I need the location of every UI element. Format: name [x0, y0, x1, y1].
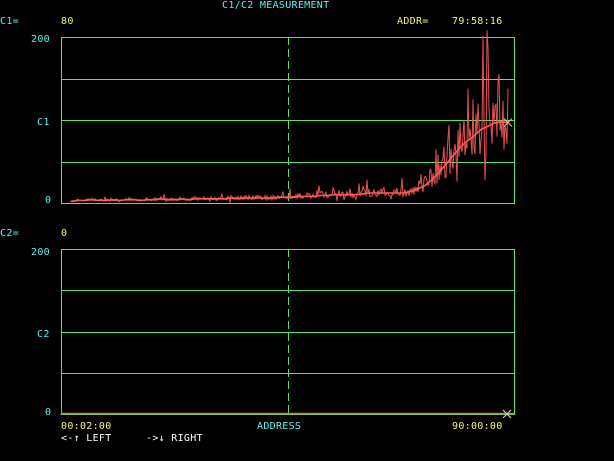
c1-data-point [216, 198, 218, 200]
c1-data-point [91, 199, 93, 201]
c1-data-point [410, 190, 412, 192]
c1-noise-trace [70, 30, 509, 204]
c1-data-point [229, 197, 232, 199]
c1-data-point [257, 197, 259, 199]
c1-data-point [250, 197, 252, 199]
c2-data-point [60, 413, 62, 415]
c1-data-point [445, 164, 447, 166]
c1-data-point [389, 192, 391, 194]
c1-plot-panel [61, 30, 515, 204]
c1-data-point [451, 155, 454, 158]
c1-data-point [209, 198, 211, 200]
c1-data-point [417, 188, 419, 190]
c1-data-point [382, 192, 384, 194]
c1-data-point [181, 198, 183, 200]
c1-data-point [278, 196, 280, 198]
c1-data-point [424, 185, 426, 187]
c1-data-point [139, 199, 141, 202]
c1-data-point [479, 129, 481, 131]
c1-data-point [334, 194, 336, 196]
c1-data-point [486, 126, 488, 128]
c1-data-point [160, 198, 162, 200]
c1-data-point [431, 179, 433, 181]
c1-data-point [98, 199, 100, 202]
c1-data-point [195, 198, 197, 200]
c1-data-point [465, 141, 467, 143]
c1-data-point [167, 199, 169, 201]
c1-data-point [472, 136, 474, 138]
c1-data-point [313, 195, 315, 197]
c1-data-point [327, 194, 329, 197]
c2-data-point [513, 413, 515, 415]
c1-data-point [306, 195, 308, 197]
c1-data-point [368, 192, 370, 194]
c1-data-point [299, 195, 301, 197]
c1-data-point [493, 122, 495, 124]
c1-data-point [125, 199, 128, 201]
c1-data-point [243, 197, 245, 199]
c1-data-point [202, 198, 204, 200]
c1-data-point [340, 194, 343, 196]
c1-data-point [70, 200, 72, 202]
c1-data-point [285, 196, 287, 198]
c1-data-point [354, 194, 356, 196]
c1-data-point [438, 172, 440, 174]
c1-data-point [320, 194, 322, 197]
c1-data-point [375, 192, 377, 194]
c2-plot-panel [60, 249, 515, 419]
c1-data-point [223, 198, 225, 200]
c1-data-point [105, 199, 107, 202]
c1-data-point [292, 196, 294, 198]
c1-data-point [271, 197, 273, 199]
c1-data-point [119, 199, 121, 202]
c1-data-point [236, 198, 239, 200]
c1-data-point [361, 193, 363, 195]
c1-data-point [174, 199, 176, 201]
c1-data-point [84, 199, 86, 202]
c1-data-point [132, 199, 134, 201]
c1-data-point [347, 194, 350, 196]
c1-data-point [153, 199, 155, 201]
c1-data-point [403, 192, 405, 194]
c1-data-point [396, 192, 398, 194]
c1-data-point [77, 199, 79, 202]
scope-display [60, 30, 515, 419]
c1-data-point [112, 199, 114, 201]
c1-data-point [146, 199, 148, 201]
c1-data-point [264, 197, 266, 199]
c1-data-point [458, 147, 460, 149]
c1-data-point [500, 121, 502, 123]
c1-data-point [188, 199, 190, 201]
